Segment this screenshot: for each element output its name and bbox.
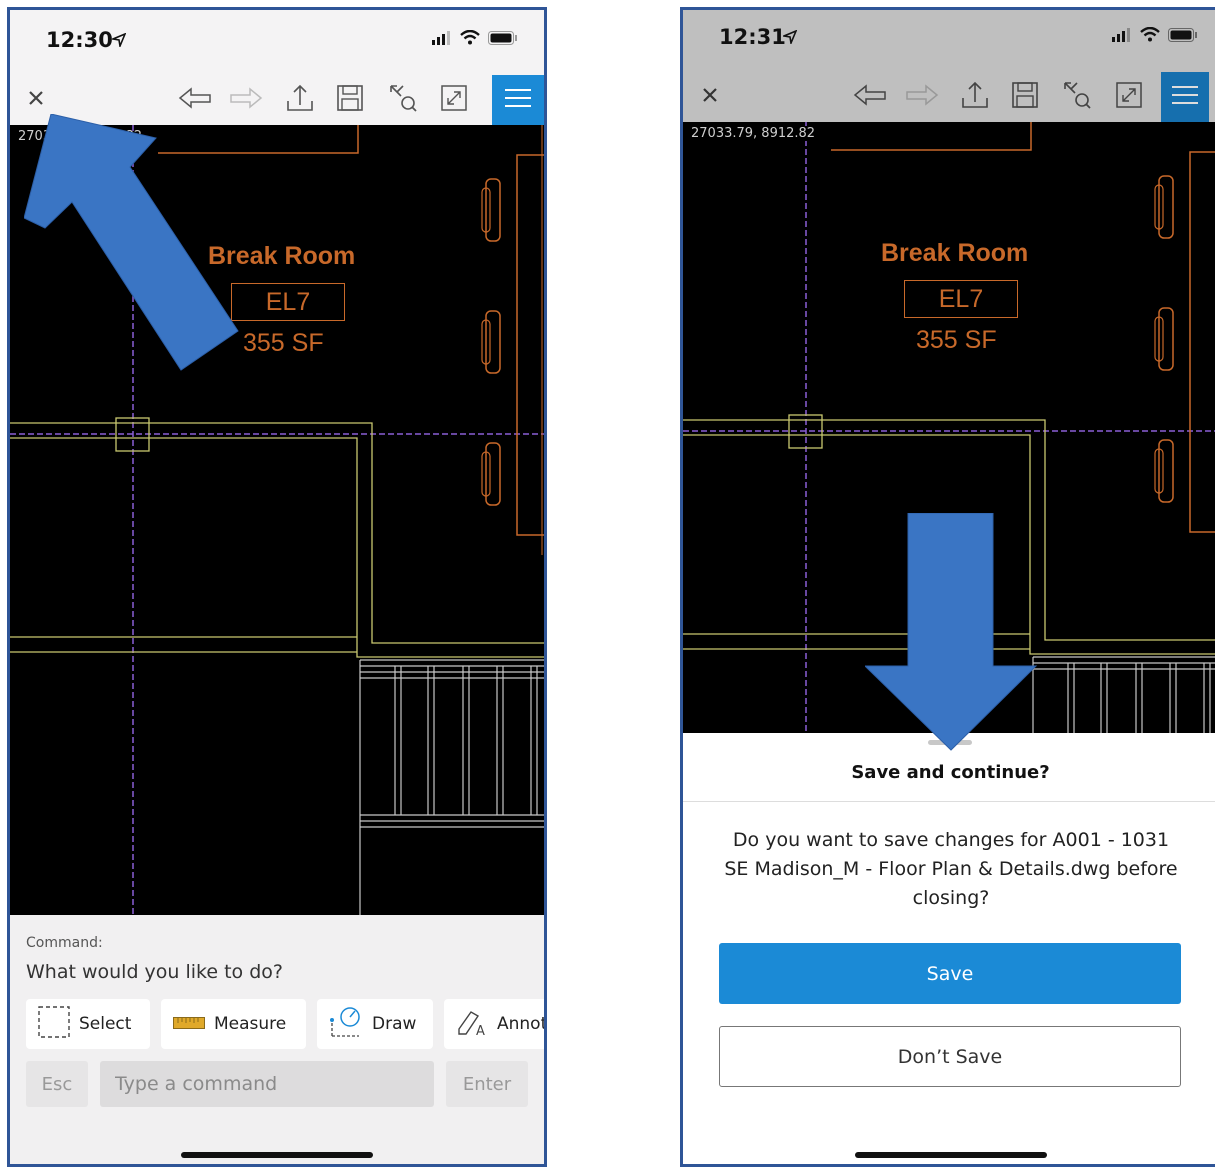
- annotate-tool-label: Annotate: [497, 1014, 547, 1034]
- signal-icon: [1112, 27, 1132, 46]
- annotate-icon: A: [456, 1007, 488, 1042]
- status-time: 12:31: [719, 25, 786, 49]
- room-area: 355 SF: [916, 326, 997, 354]
- measure-tool-button[interactable]: Measure: [161, 999, 306, 1049]
- status-bar: 12:30: [10, 10, 544, 75]
- fullscreen-icon: [440, 84, 468, 116]
- share-button[interactable]: [283, 83, 317, 117]
- ruler-icon: [173, 1014, 205, 1034]
- draw-tool-button[interactable]: Draw: [317, 999, 433, 1049]
- signal-icon: [432, 30, 452, 49]
- room-name: Break Room: [881, 239, 1029, 267]
- dont-save-button[interactable]: Don’t Save: [719, 1026, 1181, 1087]
- save-toolbar-button[interactable]: [333, 83, 367, 117]
- redo-icon: [229, 87, 263, 113]
- share-button[interactable]: [958, 80, 992, 114]
- dialog-title: Save and continue?: [851, 762, 1050, 783]
- dialog-message: Do you want to save changes for A001 - 1…: [724, 829, 1178, 909]
- redo-icon: [905, 84, 939, 110]
- room-code: EL7: [904, 280, 1018, 318]
- save-icon: [336, 84, 364, 116]
- save-button[interactable]: Save: [719, 943, 1181, 1004]
- menu-icon: [1172, 85, 1198, 109]
- esc-button[interactable]: Esc: [26, 1061, 88, 1107]
- fullscreen-button[interactable]: [437, 83, 471, 117]
- battery-icon: [488, 30, 518, 49]
- left-phone-screen: 12:30 Break Room EL7 355 SF Command: Wha…: [7, 7, 547, 1167]
- home-indicator[interactable]: [181, 1152, 373, 1158]
- annotation-arrow-down: [865, 513, 1038, 751]
- menu-button[interactable]: [492, 75, 544, 125]
- save-dialog-sheet: Save and continue? Do you want to save c…: [683, 733, 1215, 1164]
- command-label: Command:: [26, 935, 103, 951]
- dialog-divider: [683, 801, 1215, 802]
- wifi-icon: [1140, 26, 1160, 46]
- status-icons: [432, 29, 518, 49]
- zoom-extents-button[interactable]: [386, 83, 420, 117]
- undo-button[interactable]: [178, 83, 212, 117]
- command-question: What would you like to do?: [26, 961, 283, 983]
- right-phone-screen: 12:31 27033.79, 8912.82 Break Room EL7 3…: [680, 7, 1215, 1167]
- select-icon: [38, 1005, 70, 1043]
- wifi-icon: [460, 29, 480, 49]
- share-icon: [285, 83, 315, 117]
- command-panel: Command: What would you like to do? Sele…: [10, 915, 544, 1164]
- location-icon: [110, 32, 127, 51]
- close-icon: [701, 86, 719, 108]
- close-button[interactable]: [19, 83, 53, 117]
- save-icon: [1011, 81, 1039, 113]
- annotation-arrow-up-left: [24, 114, 239, 371]
- enter-button[interactable]: Enter: [446, 1061, 528, 1107]
- drawing-toolbar: [683, 72, 1215, 122]
- annotate-tool-button[interactable]: A Annotate: [444, 999, 547, 1049]
- fullscreen-icon: [1115, 81, 1143, 113]
- close-button[interactable]: [693, 80, 727, 114]
- location-icon: [781, 29, 798, 48]
- share-icon: [960, 80, 990, 114]
- zoom-extents-button[interactable]: [1060, 80, 1094, 114]
- fullscreen-button[interactable]: [1112, 80, 1146, 114]
- undo-icon: [178, 87, 212, 113]
- undo-icon: [853, 84, 887, 110]
- command-input[interactable]: [100, 1061, 434, 1107]
- draw-icon: [329, 1006, 363, 1043]
- redo-button[interactable]: [905, 80, 939, 114]
- zoom-extents-icon: [1062, 80, 1092, 114]
- select-tool-button[interactable]: Select: [26, 999, 150, 1049]
- coordinate-readout: 27033.79, 8912.82: [687, 126, 820, 141]
- svg-text:A: A: [476, 1024, 485, 1037]
- close-icon: [27, 89, 45, 111]
- undo-button[interactable]: [853, 80, 887, 114]
- status-bar: 12:31: [683, 10, 1215, 72]
- home-indicator[interactable]: [855, 1152, 1047, 1158]
- menu-icon: [505, 88, 531, 112]
- measure-tool-label: Measure: [214, 1014, 287, 1034]
- select-tool-label: Select: [79, 1014, 132, 1034]
- menu-button[interactable]: [1161, 72, 1209, 122]
- battery-icon: [1168, 27, 1198, 46]
- save-toolbar-button[interactable]: [1008, 80, 1042, 114]
- zoom-extents-icon: [388, 83, 418, 117]
- status-icons: [1112, 26, 1198, 46]
- draw-tool-label: Draw: [372, 1014, 417, 1034]
- status-time: 12:30: [46, 28, 113, 52]
- redo-button[interactable]: [229, 83, 263, 117]
